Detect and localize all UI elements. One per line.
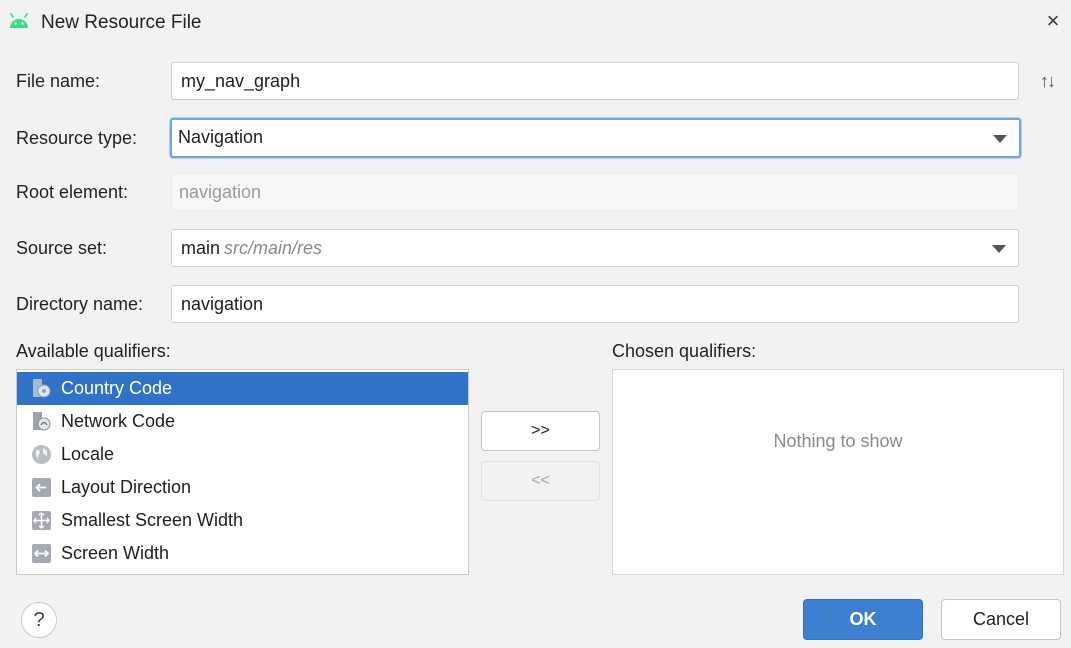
list-item-label: Locale bbox=[61, 444, 115, 464]
chosen-qualifiers-label: Chosen qualifiers: bbox=[612, 341, 757, 361]
chevron-down-icon[interactable] bbox=[992, 245, 1006, 253]
source-set-path: src/main/res bbox=[224, 238, 323, 258]
close-icon[interactable]: × bbox=[1043, 10, 1063, 32]
root-element-label: Root element: bbox=[16, 182, 129, 202]
country-code-icon bbox=[33, 379, 51, 398]
directory-name-input[interactable]: navigation bbox=[171, 285, 1019, 323]
root-element-value: navigation bbox=[179, 182, 262, 202]
screen-width-icon bbox=[32, 544, 51, 563]
source-set-dropdown[interactable]: main src/main/res bbox=[171, 229, 1019, 267]
smallest-screen-width-icon bbox=[32, 511, 51, 530]
directory-name-label: Directory name: bbox=[16, 294, 144, 314]
file-name-label: File name: bbox=[16, 71, 101, 91]
list-item-locale[interactable]: Locale bbox=[17, 438, 468, 471]
list-item-label: Screen Width bbox=[61, 543, 170, 563]
network-code-icon bbox=[33, 412, 51, 431]
directory-name-value: navigation bbox=[181, 294, 264, 314]
list-item-label: Network Code bbox=[61, 411, 176, 431]
resource-type-value: Navigation bbox=[178, 127, 264, 147]
list-item-country-code[interactable]: Country Code bbox=[17, 372, 468, 405]
title-bar: New Resource File × bbox=[0, 0, 1071, 48]
resource-type-dropdown[interactable]: Navigation bbox=[170, 118, 1021, 158]
list-item-label: Layout Direction bbox=[61, 477, 192, 497]
resource-type-label: Resource type: bbox=[16, 128, 138, 148]
available-qualifiers-list[interactable]: Country Code Network Code Locale Layout … bbox=[16, 369, 469, 575]
list-item-screen-width[interactable]: Screen Width bbox=[17, 537, 468, 570]
source-set-label: Source set: bbox=[16, 238, 108, 258]
list-item-label: Country Code bbox=[61, 378, 173, 398]
ok-button[interactable]: OK bbox=[803, 599, 923, 640]
dialog-title: New Resource File bbox=[41, 12, 202, 33]
sort-icon[interactable]: ↑↓ bbox=[1040, 71, 1056, 92]
list-item-label: Smallest Screen Width bbox=[61, 510, 244, 530]
file-name-input[interactable]: my_nav_graph bbox=[171, 62, 1019, 100]
chevron-down-icon[interactable] bbox=[993, 135, 1007, 143]
file-name-value: my_nav_graph bbox=[181, 71, 301, 91]
android-icon bbox=[10, 13, 28, 28]
root-element-field: navigation bbox=[171, 173, 1019, 211]
help-button[interactable]: ? bbox=[21, 602, 57, 638]
list-scrollbar[interactable] bbox=[468, 406, 469, 434]
available-qualifiers-label: Available qualifiers: bbox=[16, 341, 171, 361]
chosen-qualifiers-list[interactable]: Nothing to show bbox=[612, 369, 1064, 575]
list-item-network-code[interactable]: Network Code bbox=[17, 405, 468, 438]
add-qualifier-button[interactable]: >> bbox=[481, 411, 600, 451]
remove-qualifier-button[interactable]: << bbox=[481, 461, 600, 501]
empty-state-text: Nothing to show bbox=[773, 431, 903, 451]
globe-icon bbox=[32, 445, 51, 464]
layout-direction-icon bbox=[32, 478, 51, 497]
list-item-layout-direction[interactable]: Layout Direction bbox=[17, 471, 468, 504]
source-set-value: main bbox=[181, 238, 221, 258]
cancel-button[interactable]: Cancel bbox=[941, 599, 1061, 640]
list-item-smallest-screen-width[interactable]: Smallest Screen Width bbox=[17, 504, 468, 537]
